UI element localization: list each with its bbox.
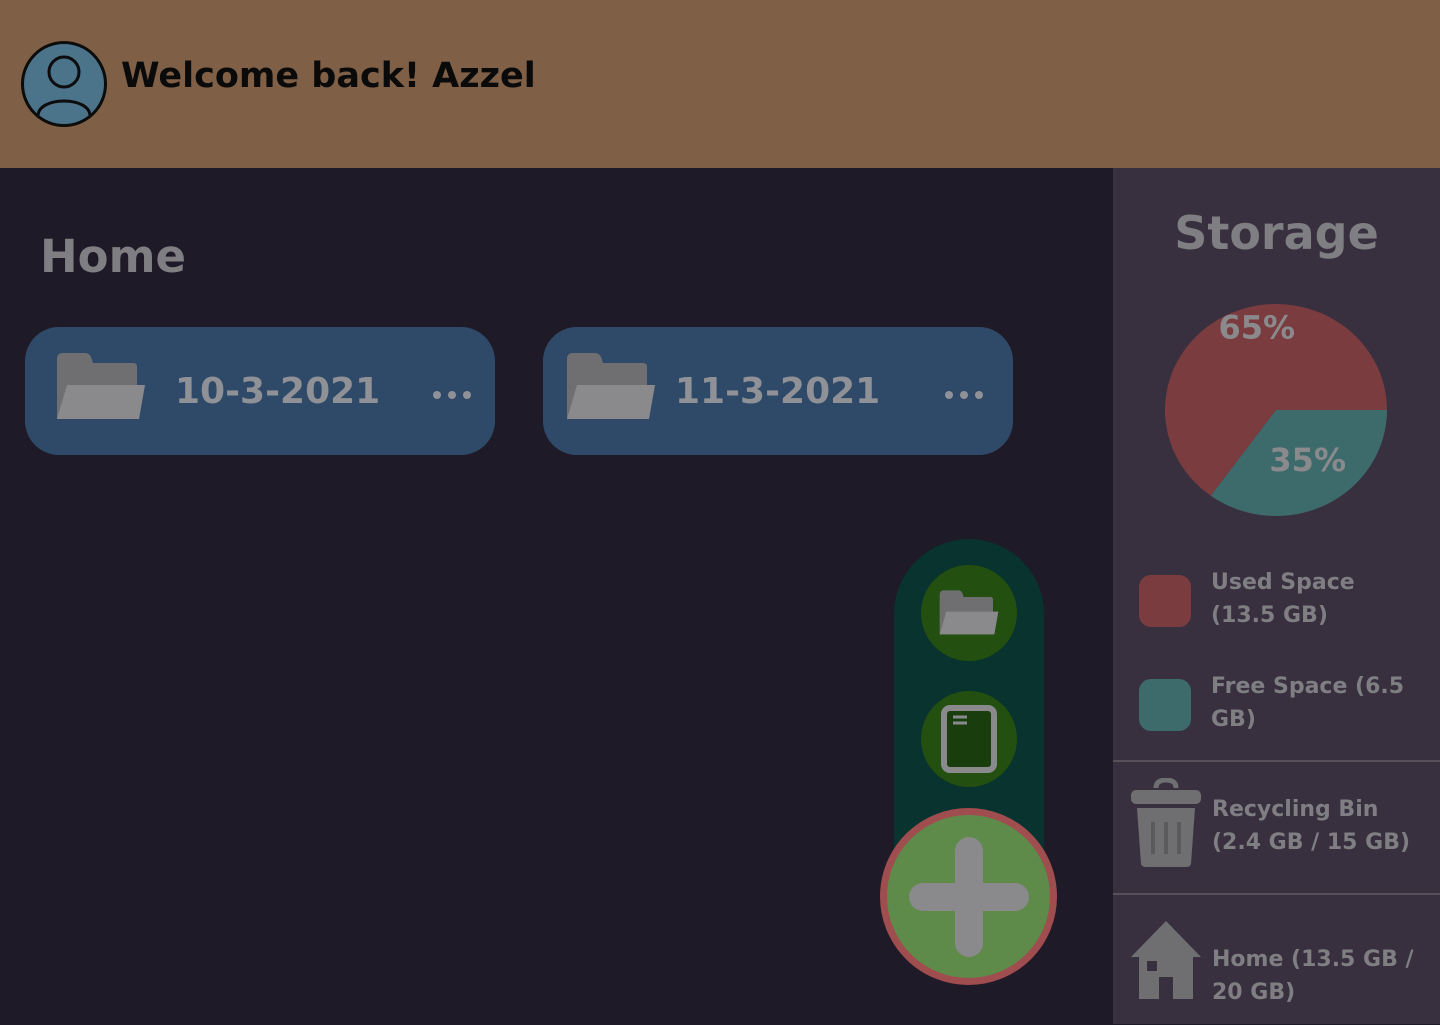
free-space-label: Free Space (6.5 GB) (1211, 674, 1405, 732)
new-file-button[interactable] (921, 691, 1017, 787)
welcome-message: Welcome back! Azzel (121, 56, 536, 96)
used-space-percent-label: 65% (1218, 308, 1295, 346)
used-space-swatch (1139, 575, 1191, 627)
used-space-label: Used Space (13.5 GB) (1211, 570, 1355, 628)
storage-title: Storage (1174, 206, 1379, 260)
folder-name: 10-3-2021 (175, 371, 381, 412)
top-header: Welcome back! Azzel (0, 0, 1440, 168)
storage-pie-chart: 65% 35% (1165, 304, 1387, 516)
storage-sidebar: Storage 65% 35% Used Space (13.5 GB) Free… (1113, 168, 1440, 1024)
more-horizontal-icon[interactable] (427, 381, 477, 409)
folder-name: 11-3-2021 (675, 371, 881, 412)
recycling-bin-label: Recycling Bin (2.4 GB / 15 GB) (1212, 797, 1411, 855)
free-space-swatch (1139, 679, 1191, 731)
sidebar-item-home[interactable]: Home (13.5 GB / 20 GB) (1113, 895, 1440, 1025)
new-folder-button[interactable] (921, 565, 1017, 661)
new-folder-icon (939, 590, 999, 635)
new-file-icon (941, 705, 997, 773)
home-icon (1129, 919, 1203, 1005)
folder-card[interactable]: 11-3-2021 (543, 327, 1013, 455)
sidebar-item-recycling-bin[interactable]: Recycling Bin (2.4 GB / 15 GB) (1113, 762, 1440, 892)
more-horizontal-icon[interactable] (939, 381, 989, 409)
free-space-percent-label: 35% (1269, 441, 1346, 479)
add-button[interactable] (880, 808, 1057, 985)
home-storage-label: Home (13.5 GB / 20 GB) (1212, 947, 1414, 1005)
main-content: Home 10-3-2021 11-3-2021 (0, 168, 1113, 1024)
folder-icon (55, 351, 147, 423)
user-avatar-icon[interactable] (21, 41, 107, 127)
folder-icon (565, 351, 657, 423)
trash-icon (1129, 777, 1203, 872)
plus-icon (908, 836, 1029, 957)
page-title: Home (40, 230, 186, 283)
folder-card[interactable]: 10-3-2021 (25, 327, 495, 455)
